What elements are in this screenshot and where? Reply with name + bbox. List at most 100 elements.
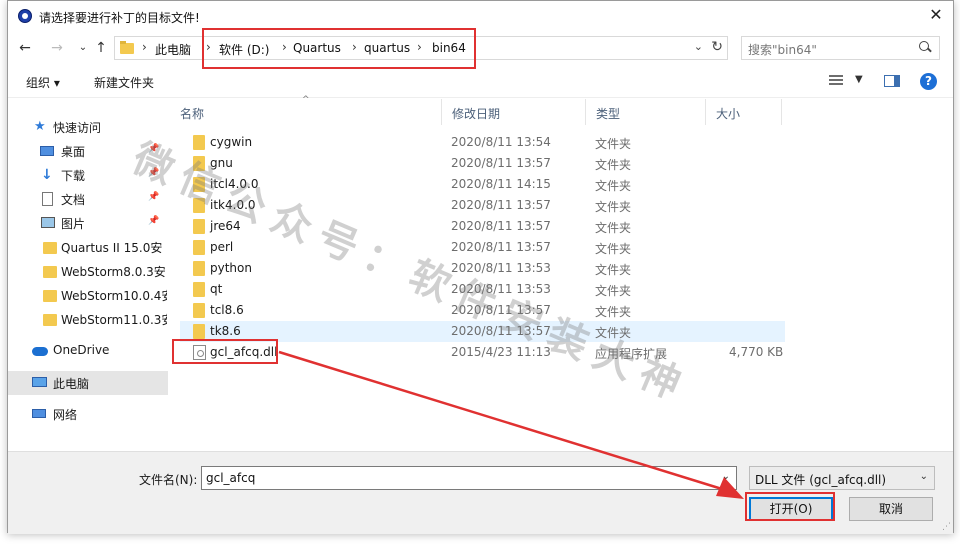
close-button[interactable]: ✕ bbox=[925, 5, 947, 27]
file-name: gnu bbox=[210, 156, 233, 170]
file-name: python bbox=[210, 261, 252, 275]
pin-icon[interactable]: 📌 bbox=[148, 192, 159, 202]
sidebar-item-webstorm8-folder[interactable]: WebStorm8.0.3安 bbox=[8, 259, 168, 283]
sidebar-item-quartus-folder[interactable]: Quartus II 15.0安 bbox=[8, 235, 168, 259]
sidebar-item-onedrive[interactable]: OneDrive bbox=[8, 339, 168, 363]
file-name: itk4.0.0 bbox=[210, 198, 256, 212]
sidebar-item-webstorm10-folder[interactable]: WebStorm10.0.4安 bbox=[8, 283, 168, 307]
folder-icon bbox=[193, 240, 206, 255]
folder-icon bbox=[193, 156, 206, 171]
filetype-value: DLL 文件 (gcl_afcq.dll) bbox=[755, 473, 887, 487]
breadcrumb-separator-icon: › bbox=[142, 40, 147, 54]
sidebar-label: 网络 bbox=[53, 408, 78, 422]
sidebar-item-quick-access[interactable]: ★ 快速访问 bbox=[8, 115, 168, 139]
sidebar-label: WebStorm8.0.3安 bbox=[61, 265, 166, 279]
file-date: 2020/8/11 13:57 bbox=[451, 324, 551, 338]
desktop-icon bbox=[40, 146, 54, 156]
file-date: 2020/8/11 13:54 bbox=[451, 135, 551, 149]
column-header-type[interactable]: 类型 bbox=[586, 99, 706, 125]
filename-label: 文件名(N): bbox=[139, 473, 198, 487]
sidebar-item-webstorm11-folder[interactable]: WebStorm11.0.3安 bbox=[8, 307, 168, 331]
folder-icon bbox=[43, 240, 57, 254]
sidebar-item-pictures[interactable]: 图片 📌 bbox=[8, 211, 168, 235]
forward-arrow-icon[interactable]: → bbox=[48, 39, 66, 57]
sort-ascending-icon: ^ bbox=[302, 95, 310, 105]
file-name: tk8.6 bbox=[210, 324, 241, 338]
file-date: 2015/4/23 11:13 bbox=[451, 345, 551, 359]
file-row[interactable]: python 2020/8/11 13:53 文件夹 bbox=[180, 258, 785, 279]
file-row[interactable]: qt 2020/8/11 13:53 文件夹 bbox=[180, 279, 785, 300]
organize-button[interactable]: 组织 ▾ bbox=[26, 74, 60, 91]
computer-icon bbox=[32, 377, 47, 387]
folder-icon bbox=[43, 288, 57, 302]
sidebar-item-downloads[interactable]: ↓ 下载 📌 bbox=[8, 163, 168, 187]
sidebar-item-desktop[interactable]: 桌面 📌 bbox=[8, 139, 168, 163]
cancel-button[interactable]: 取消 bbox=[849, 497, 933, 521]
search-icon[interactable] bbox=[919, 41, 933, 55]
file-type: 文件夹 bbox=[595, 263, 632, 277]
column-header-name[interactable]: ^ 名称 bbox=[170, 95, 442, 125]
file-date: 2020/8/11 13:57 bbox=[451, 240, 551, 254]
file-type: 文件夹 bbox=[595, 242, 632, 256]
file-row[interactable]: itk4.0.0 2020/8/11 13:57 文件夹 bbox=[180, 195, 785, 216]
new-folder-button[interactable]: 新建文件夹 bbox=[94, 74, 154, 91]
file-type: 文件夹 bbox=[595, 326, 632, 340]
sidebar-label: WebStorm10.0.4安 bbox=[61, 289, 167, 303]
navigation-bar: ← → ⌄ ↑ › 此电脑 › 软件 (D:) › Quartus › quar… bbox=[8, 32, 953, 64]
file-row[interactable]: cygwin 2020/8/11 13:54 文件夹 bbox=[180, 132, 785, 153]
filename-value: gcl_afcq bbox=[206, 471, 256, 485]
resize-grip-icon[interactable]: ⋰ bbox=[942, 522, 951, 532]
chevron-down-icon[interactable]: ⌄ bbox=[722, 471, 730, 482]
chevron-down-icon: ⌄ bbox=[919, 471, 928, 482]
file-date: 2020/8/11 13:57 bbox=[451, 303, 551, 317]
folder-icon bbox=[43, 312, 57, 326]
folder-icon bbox=[193, 177, 206, 192]
column-label: 类型 bbox=[596, 107, 621, 121]
folder-icon bbox=[120, 41, 134, 55]
file-size: 4,770 KB bbox=[729, 345, 784, 359]
back-arrow-icon[interactable]: ← bbox=[16, 39, 34, 57]
folder-icon bbox=[43, 264, 57, 278]
search-box[interactable]: 搜索"bin64" bbox=[741, 36, 940, 60]
file-type: 文件夹 bbox=[595, 200, 632, 214]
column-header-date[interactable]: 修改日期 bbox=[442, 99, 586, 125]
file-row[interactable]: tcl8.6 2020/8/11 13:57 文件夹 bbox=[180, 300, 785, 321]
folder-icon bbox=[193, 135, 206, 150]
file-row[interactable]: itcl4.0.0 2020/8/11 14:15 文件夹 bbox=[180, 174, 785, 195]
document-icon bbox=[42, 192, 53, 206]
sidebar-item-this-pc[interactable]: 此电脑 bbox=[8, 371, 168, 395]
folder-icon bbox=[193, 282, 206, 297]
refresh-icon[interactable]: ↻ bbox=[711, 39, 723, 55]
filename-input[interactable]: gcl_afcq ⌄ bbox=[201, 466, 737, 490]
pin-icon[interactable]: 📌 bbox=[148, 168, 159, 178]
file-name: jre64 bbox=[210, 219, 241, 233]
file-row[interactable]: gnu 2020/8/11 13:57 文件夹 bbox=[180, 153, 785, 174]
sidebar-item-documents[interactable]: 文档 📌 bbox=[8, 187, 168, 211]
file-date: 2020/8/11 13:57 bbox=[451, 219, 551, 233]
pin-icon[interactable]: 📌 bbox=[148, 144, 159, 154]
file-date: 2020/8/11 13:57 bbox=[451, 198, 551, 212]
sidebar-label: Quartus II 15.0安 bbox=[61, 241, 163, 255]
breadcrumb-this-pc[interactable]: 此电脑 bbox=[155, 41, 191, 58]
recent-locations-chevron-icon[interactable]: ⌄ bbox=[74, 39, 92, 57]
file-row[interactable]: jre64 2020/8/11 13:57 文件夹 bbox=[180, 216, 785, 237]
file-open-dialog: 请选择要进行补丁的目标文件! ✕ ← → ⌄ ↑ › 此电脑 › 软件 (D:)… bbox=[7, 0, 954, 534]
file-row[interactable]: perl 2020/8/11 13:57 文件夹 bbox=[180, 237, 785, 258]
address-dropdown-icon[interactable]: ⌄ bbox=[694, 40, 703, 53]
file-type: 文件夹 bbox=[595, 284, 632, 298]
sidebar-label: 此电脑 bbox=[53, 377, 90, 391]
pin-icon[interactable]: 📌 bbox=[148, 216, 159, 226]
sidebar-label: 文档 bbox=[61, 193, 86, 207]
file-name: tcl8.6 bbox=[210, 303, 244, 317]
preview-pane-icon[interactable] bbox=[884, 75, 900, 87]
column-label: 名称 bbox=[180, 107, 205, 121]
sidebar-item-network[interactable]: 网络 bbox=[8, 402, 168, 426]
view-dropdown-icon[interactable]: ▼ bbox=[855, 74, 863, 85]
up-arrow-icon[interactable]: ↑ bbox=[92, 39, 110, 57]
navigation-pane: ★ 快速访问 桌面 📌 ↓ 下载 📌 文档 📌 图片 📌 Quartus II … bbox=[8, 99, 168, 451]
column-header-size[interactable]: 大小 bbox=[706, 99, 782, 125]
view-options-icon[interactable] bbox=[829, 75, 843, 87]
help-icon[interactable]: ? bbox=[920, 73, 937, 90]
filetype-select[interactable]: DLL 文件 (gcl_afcq.dll) ⌄ bbox=[749, 466, 935, 490]
star-icon: ★ bbox=[34, 119, 46, 134]
